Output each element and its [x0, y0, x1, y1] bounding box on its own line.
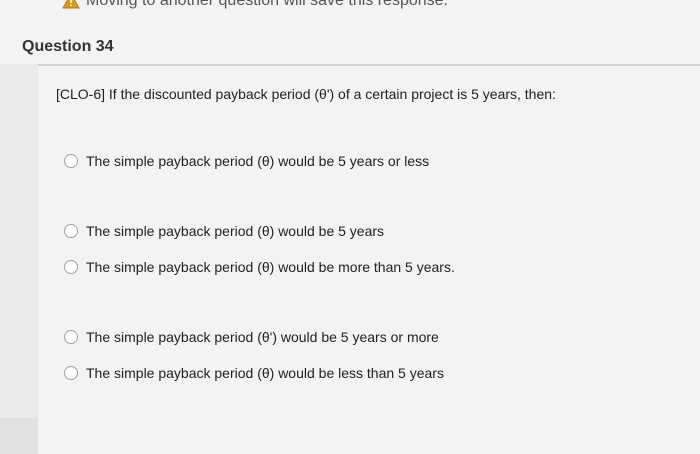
- answer-option-2[interactable]: The simple payback period (θ) would be 5…: [64, 220, 384, 242]
- left-sidebar-shade: [0, 418, 38, 454]
- answer-option-3[interactable]: The simple payback period (θ) would be m…: [64, 256, 455, 278]
- radio-button[interactable]: [64, 366, 78, 380]
- answer-label: The simple payback period (θ) would be 5…: [86, 223, 385, 239]
- answer-label: The simple payback period (θ) would be 5…: [86, 153, 430, 169]
- answer-label: The simple payback period (θ') would be …: [86, 329, 439, 345]
- save-warning-banner: Moving to another question will save thi…: [62, 0, 448, 11]
- radio-button[interactable]: [64, 154, 78, 168]
- warning-triangle-icon: [62, 0, 80, 9]
- warning-text: Moving to another question will save thi…: [86, 0, 448, 9]
- answer-option-1[interactable]: The simple payback period (θ) would be 5…: [64, 150, 429, 172]
- left-sidebar-strip: [0, 64, 38, 454]
- answer-option-5[interactable]: The simple payback period (θ) would be l…: [64, 362, 444, 384]
- radio-button[interactable]: [64, 260, 78, 274]
- answer-option-4[interactable]: The simple payback period (θ') would be …: [64, 326, 439, 348]
- question-title: Question 34: [22, 38, 114, 55]
- answer-label: The simple payback period (θ) would be l…: [86, 365, 444, 381]
- radio-button[interactable]: [64, 330, 78, 344]
- radio-button[interactable]: [64, 224, 78, 238]
- question-prompt: [CLO-6] If the discounted payback period…: [56, 86, 556, 102]
- answer-label: The simple payback period (θ) would be m…: [86, 259, 455, 275]
- question-header: Question 34: [0, 28, 700, 66]
